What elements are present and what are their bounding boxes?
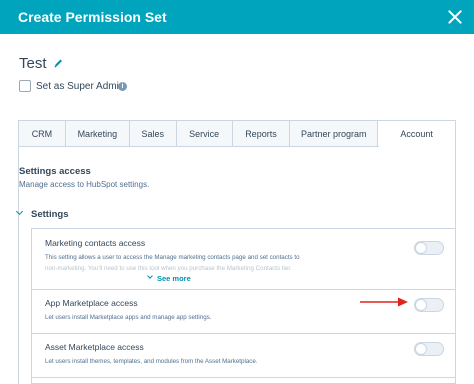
permission-description-line: non-marketing. You'll need to use this t…: [45, 265, 292, 272]
super-admin-label: Set as Super Admin: [36, 81, 125, 92]
tab-crm[interactable]: CRM: [19, 121, 66, 147]
tab-reports[interactable]: Reports: [232, 121, 291, 147]
toggle-knob: [415, 299, 427, 311]
super-admin-checkbox[interactable]: [19, 80, 31, 92]
permission-title: Marketing contacts access: [45, 238, 146, 248]
permission-title: App Marketplace access: [45, 298, 138, 308]
permission-description-line: This setting allows a user to access the…: [45, 254, 300, 261]
chevron-down-icon: [147, 273, 153, 279]
close-icon[interactable]: [444, 6, 466, 28]
permission-description: Let users install Marketplace apps and m…: [45, 314, 212, 321]
tab-service[interactable]: Service: [176, 121, 233, 147]
marketing-contacts-toggle[interactable]: [414, 241, 444, 255]
tab-marketing[interactable]: Marketing: [65, 121, 130, 147]
annotation-arrow-icon: [360, 297, 408, 307]
tab-bar: CRM Marketing Sales Service Reports Part…: [18, 120, 456, 148]
list-item: Marketing contacts access This setting a…: [32, 229, 456, 290]
tab-sales[interactable]: Sales: [129, 121, 177, 147]
list-item: Asset Marketplace access Let users insta…: [32, 334, 456, 378]
permission-description: This setting allows a user to access the…: [45, 252, 335, 274]
see-more-link[interactable]: See more: [157, 274, 191, 283]
tab-partner-program[interactable]: Partner program: [290, 121, 379, 147]
toggle-knob: [415, 343, 427, 355]
pencil-icon[interactable]: [53, 57, 63, 69]
settings-access-subtitle: Manage access to HubSpot settings.: [19, 180, 150, 189]
modal-header: Create Permission Set: [0, 0, 474, 34]
tab-divider: [18, 146, 379, 147]
info-icon[interactable]: i: [118, 82, 127, 91]
app-marketplace-toggle[interactable]: [414, 298, 444, 312]
permission-set-name: Test: [19, 55, 47, 72]
settings-access-title: Settings access: [19, 166, 91, 177]
tab-account[interactable]: Account: [378, 121, 456, 148]
permission-title: Asset Marketplace access: [45, 342, 144, 352]
toggle-knob: [415, 242, 427, 254]
permission-description: Let users install themes, templates, and…: [45, 358, 258, 365]
asset-marketplace-toggle[interactable]: [414, 342, 444, 356]
settings-group-label[interactable]: Settings: [31, 209, 68, 220]
modal-title: Create Permission Set: [18, 9, 167, 25]
